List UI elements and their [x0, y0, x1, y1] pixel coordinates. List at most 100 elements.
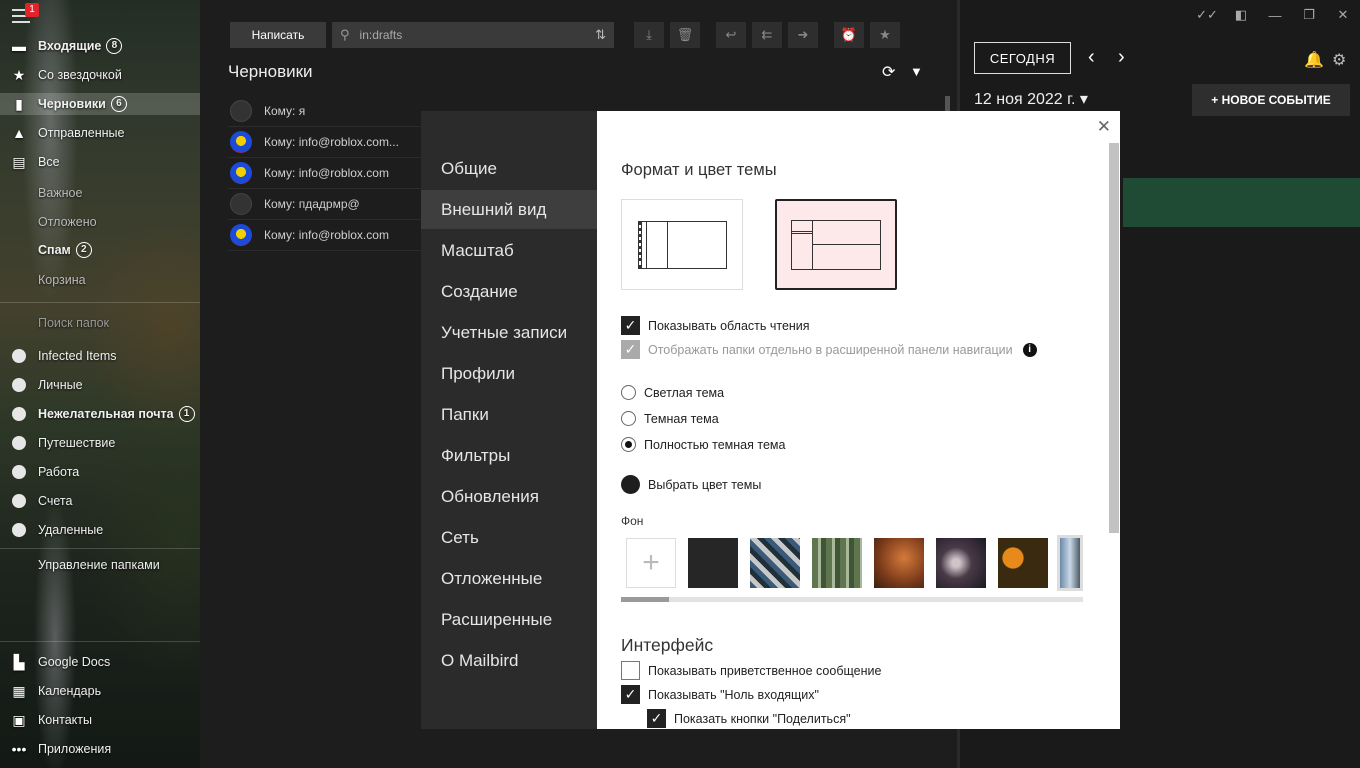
reply-all-icon[interactable]: ⇇ — [752, 22, 782, 48]
mail-recipient: Кому: пдадрмр@ — [264, 197, 360, 211]
folder-item[interactable]: Путешествие — [10, 432, 115, 454]
sidebar-app-item[interactable]: ▣ Контакты — [0, 709, 200, 731]
show-inbox-zero-checkbox[interactable]: ✓ Показывать "Ноль входящих" — [621, 685, 819, 704]
sidebar-item-4[interactable]: ▤ Все — [0, 151, 200, 173]
sidebar-item-2[interactable]: ▮ Черновики 6 — [0, 93, 200, 115]
folder-label: Удаленные — [38, 523, 104, 537]
gear-icon[interactable]: ⚙ — [1332, 50, 1346, 70]
folder-item[interactable]: Работа — [10, 461, 79, 483]
info-icon[interactable]: i — [1022, 342, 1037, 357]
forward-icon[interactable]: ➜ — [788, 22, 818, 48]
sidebar-app-item[interactable]: ▦ Календарь — [0, 680, 200, 702]
reply-icon[interactable]: ↩ — [716, 22, 746, 48]
sidebar-app-item[interactable]: ▙ Google Docs — [0, 651, 200, 673]
theme-radio[interactable]: Светлая тема — [621, 385, 724, 400]
settings-nav-item[interactable]: Фильтры — [421, 436, 597, 475]
snooze-icon[interactable]: ⏰ — [834, 22, 864, 48]
settings-nav-item[interactable]: О Mailbird — [421, 641, 597, 680]
theme-radio[interactable]: Темная тема — [621, 411, 719, 426]
settings-nav-item[interactable]: Создание — [421, 272, 597, 311]
calendar-event[interactable] — [1123, 178, 1360, 227]
folder-item[interactable]: Infected Items — [10, 345, 117, 367]
download-icon[interactable]: ⤓ — [634, 22, 664, 48]
new-event-button[interactable]: + НОВОЕ СОБЫТИЕ — [1192, 84, 1350, 116]
settings-nav-item[interactable]: Учетные записи — [421, 313, 597, 352]
unread-count-badge: 6 — [110, 96, 127, 112]
minimize-icon[interactable]: — — [1258, 4, 1292, 26]
sidebar-item-3[interactable]: ▲ Отправленные — [0, 122, 200, 144]
settings-nav-item[interactable]: Расширенные — [421, 600, 597, 639]
unread-count-badge: 1 — [178, 406, 195, 422]
sidebar-item-snoozed[interactable]: Отложено — [38, 215, 97, 229]
sidebar-divider — [0, 548, 200, 549]
theme-radio[interactable]: Полностью темная тема — [621, 437, 785, 452]
sidebar-divider — [0, 302, 200, 303]
unread-count-badge: 2 — [75, 242, 92, 258]
settings-nav-item[interactable]: Отложенные — [421, 559, 597, 598]
refresh-icon[interactable]: ⟳ — [882, 62, 895, 82]
calendar-date-picker[interactable]: 12 ноя 2022 г. ▾ — [974, 89, 1088, 109]
sidebar-item-important[interactable]: Важное — [38, 186, 82, 200]
close-icon[interactable]: ✕ — [1097, 117, 1111, 137]
compose-button[interactable]: Написать — [230, 22, 326, 48]
folder-item[interactable]: Счета — [10, 490, 72, 512]
layout-option-preview-bottom[interactable] — [775, 199, 897, 290]
folder-item[interactable]: Удаленные — [10, 519, 103, 541]
background-tile-forest[interactable] — [812, 538, 862, 588]
trash-icon[interactable]: 🗑 — [670, 22, 700, 48]
settings-nav-item[interactable]: Масштаб — [421, 231, 597, 270]
add-background-button[interactable]: + — [626, 538, 676, 588]
settings-nav-item[interactable]: Внешний вид — [421, 190, 597, 229]
checkbox-label: Показать кнопки "Поделиться" — [674, 711, 851, 726]
folder-label: Работа — [38, 465, 80, 479]
chevron-down-icon[interactable]: ▼ — [910, 64, 923, 79]
sidebar-item-trash[interactable]: Корзина — [38, 273, 86, 287]
restore-icon[interactable]: ❐ — [1292, 4, 1326, 26]
drafts-icon: ▮ — [15, 95, 23, 112]
scrollbar[interactable] — [1109, 143, 1119, 533]
radio-unselected — [621, 411, 636, 426]
apps-icon: ••• — [11, 741, 27, 757]
sidebar-item-1[interactable]: ★ Со звездочкой — [0, 64, 200, 86]
background-tile-autumn[interactable] — [874, 538, 924, 588]
sidebar-item-label: Спам — [38, 243, 71, 257]
show-welcome-checkbox[interactable]: Показывать приветственное сообщение — [621, 661, 881, 680]
bell-icon[interactable]: 🔔 — [1304, 50, 1324, 70]
settings-nav-item[interactable]: Профили — [421, 354, 597, 393]
close-icon[interactable]: ✕ — [1326, 4, 1360, 26]
today-button[interactable]: СЕГОДНЯ — [974, 42, 1071, 74]
background-tile-fern[interactable] — [936, 538, 986, 588]
choose-theme-color[interactable]: Выбрать цвет темы — [621, 475, 761, 494]
layout-option-three-pane[interactable] — [621, 199, 743, 290]
settings-nav-item[interactable]: Папки — [421, 395, 597, 434]
sidebar-item-0[interactable]: ▬ Входящие 8 — [0, 35, 200, 57]
sidebar-item-spam[interactable]: Спам 2 — [0, 239, 200, 261]
panel-toggle-icon[interactable]: ◧ — [1224, 4, 1258, 26]
background-tile-dark[interactable] — [688, 538, 738, 588]
settings-nav: Общие Внешний вид Масштаб Создание Учетные з… — [421, 111, 597, 729]
checkbox-checked: ✓ — [621, 685, 640, 704]
background-tile-waterfall-selected[interactable] — [1057, 535, 1083, 591]
background-tile-pumpkins[interactable] — [998, 538, 1048, 588]
show-reading-pane-checkbox[interactable]: ✓ Показывать область чтения — [621, 316, 810, 335]
chevron-right-icon[interactable]: › — [1118, 46, 1125, 69]
settings-nav-item[interactable]: Обновления — [421, 477, 597, 516]
manage-folders-link[interactable]: Управление папками — [38, 558, 160, 572]
show-share-buttons-checkbox[interactable]: ✓ Показать кнопки "Поделиться" — [647, 709, 851, 728]
search-input[interactable]: ⚲ in:drafts ⇅ — [332, 22, 614, 48]
checkbox-label: Показывать приветственное сообщение — [648, 663, 882, 678]
chevron-left-icon[interactable]: ‹ — [1088, 46, 1095, 69]
star-icon[interactable]: ★ — [870, 22, 900, 48]
sort-icon[interactable]: ⇅ — [595, 27, 606, 43]
background-scrollbar[interactable] — [621, 597, 1083, 602]
folder-color-icon — [12, 494, 26, 508]
background-tile-pixel[interactable] — [750, 538, 800, 588]
settings-nav-item[interactable]: Общие — [421, 149, 597, 188]
check-all-icon[interactable]: ✓✓ — [1190, 4, 1224, 26]
folder-item[interactable]: Нежелательная почта 1 — [10, 403, 195, 425]
folder-search-input[interactable]: Поиск папок — [38, 316, 109, 330]
settings-nav-item[interactable]: Сеть — [421, 518, 597, 557]
sidebar-item-label: Входящие — [38, 39, 102, 53]
sidebar-app-item[interactable]: ••• Приложения — [0, 738, 200, 760]
folder-item[interactable]: Личные — [10, 374, 83, 396]
